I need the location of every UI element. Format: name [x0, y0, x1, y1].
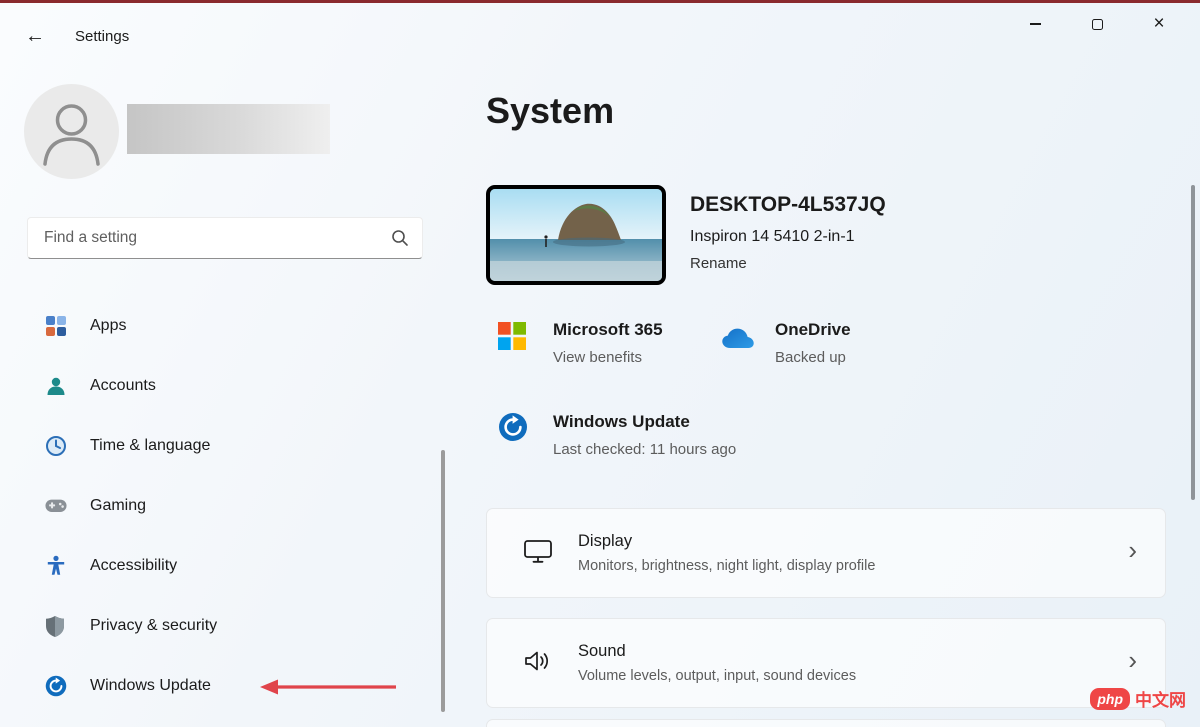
chevron-right-icon: ›: [1128, 645, 1137, 676]
time-language-icon: [45, 435, 67, 457]
accounts-icon: [45, 375, 67, 397]
sidebar-item-gaming[interactable]: Gaming: [12, 476, 432, 536]
sidebar-item-label: Accounts: [90, 377, 156, 394]
windows-update-icon: [45, 675, 67, 697]
sidebar-item-label: Privacy & security: [90, 617, 218, 634]
accessibility-icon: [45, 555, 67, 577]
microsoft-365-icon: [498, 320, 528, 366]
watermark-logo: php: [1090, 687, 1130, 710]
tile-windows-update[interactable]: Windows Update Last checked: 11 hours ag…: [498, 412, 736, 458]
row-subtitle: Monitors, brightness, night light, displ…: [578, 558, 876, 574]
sound-icon: [523, 649, 553, 678]
tile-title: Windows Update: [553, 412, 690, 431]
tile-title: OneDrive: [775, 320, 851, 339]
row-subtitle: Volume levels, output, input, sound devi…: [578, 668, 857, 684]
sidebar-item-privacy-security[interactable]: Privacy & security: [12, 596, 432, 656]
view-benefits-link[interactable]: View benefits: [553, 349, 663, 366]
sidebar-nav: Apps Accounts Time & language Gaming Acc…: [12, 296, 432, 716]
rename-button[interactable]: Rename: [690, 255, 747, 272]
tile-microsoft-365[interactable]: Microsoft 365 View benefits: [498, 320, 663, 366]
main-scrollbar[interactable]: [1191, 185, 1195, 500]
user-name-redacted: [127, 104, 330, 154]
privacy-security-icon: [45, 615, 67, 637]
tile-title: Microsoft 365: [553, 320, 663, 339]
main-content: System DESKTOP-4L537JQ Inspiron 14 5410 …: [486, 0, 1166, 727]
sidebar-item-label: Gaming: [90, 497, 147, 514]
sidebar-item-time-language[interactable]: Time & language: [12, 416, 432, 476]
device-wallpaper-thumbnail: [486, 185, 666, 285]
tile-onedrive[interactable]: OneDrive Backed up: [720, 320, 851, 366]
settings-row-partial[interactable]: [486, 719, 1166, 727]
sidebar-item-accessibility[interactable]: Accessibility: [12, 536, 432, 596]
person-icon: [43, 104, 100, 166]
watermark-text: 中文网: [1135, 691, 1186, 710]
device-info: DESKTOP-4L537JQ Inspiron 14 5410 2-in-1 …: [690, 185, 886, 285]
windows-update-status: Last checked: 11 hours ago: [553, 441, 737, 458]
device-section: DESKTOP-4L537JQ Inspiron 14 5410 2-in-1 …: [486, 185, 886, 285]
onedrive-icon: [720, 320, 754, 366]
settings-row-display[interactable]: Display Monitors, brightness, night ligh…: [486, 508, 1166, 598]
row-title: Display: [578, 532, 633, 550]
device-model: Inspiron 14 5410 2-in-1: [690, 228, 855, 245]
sidebar-scrollbar[interactable]: [441, 450, 445, 712]
sidebar-item-label: Apps: [90, 317, 127, 334]
device-name: DESKTOP-4L537JQ: [690, 193, 886, 216]
avatar[interactable]: [24, 84, 119, 179]
sidebar-item-apps[interactable]: Apps: [12, 296, 432, 356]
sidebar-item-accounts[interactable]: Accounts: [12, 356, 432, 416]
settings-row-sound[interactable]: Sound Volume levels, output, input, soun…: [486, 618, 1166, 708]
apps-icon: [45, 315, 67, 337]
row-title: Sound: [578, 642, 626, 660]
windows-update-icon: [498, 412, 528, 458]
sidebar-item-windows-update[interactable]: Windows Update: [12, 656, 432, 716]
chevron-right-icon: ›: [1128, 535, 1137, 566]
search-input[interactable]: [44, 229, 391, 247]
sidebar-item-label: Accessibility: [90, 557, 178, 574]
search-box[interactable]: [27, 217, 423, 259]
search-icon: [392, 230, 408, 246]
window-title: Settings: [75, 28, 130, 45]
gaming-icon: [45, 495, 67, 517]
sidebar-item-label: Windows Update: [90, 677, 211, 694]
onedrive-status: Backed up: [775, 349, 846, 366]
display-icon: [523, 538, 553, 569]
page-title: System: [486, 90, 615, 131]
back-button[interactable]: ←: [18, 20, 52, 52]
watermark: php 中文网: [1090, 686, 1186, 711]
sidebar-item-label: Time & language: [90, 437, 211, 454]
